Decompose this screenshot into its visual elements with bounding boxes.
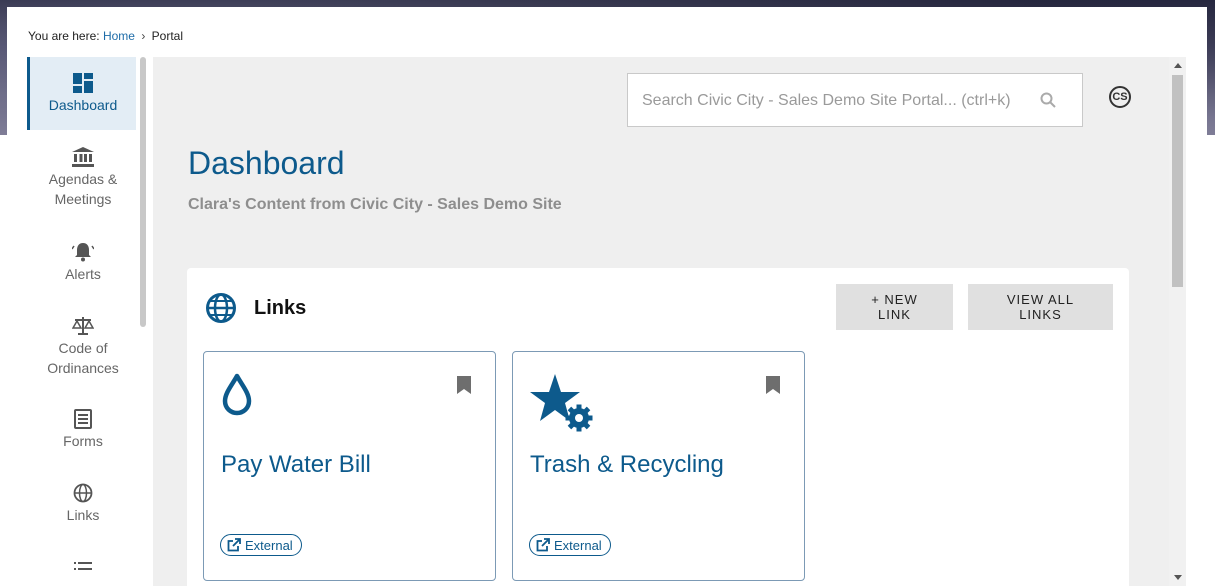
globe-icon: [206, 293, 236, 323]
dashboard-icon: [73, 73, 93, 93]
sidebar-item-agendas-meetings[interactable]: Agendas & Meetings: [27, 147, 139, 209]
sidebar-item-label: Alerts: [65, 266, 101, 282]
bookmark-icon[interactable]: [766, 376, 780, 394]
bookmark-icon[interactable]: [457, 376, 471, 394]
links-card-title: Links: [254, 297, 307, 319]
search-input[interactable]: [640, 74, 1034, 128]
sidebar-item-code-of-ordinances[interactable]: Code of Ordinances: [27, 316, 139, 378]
globe-icon: [73, 483, 93, 503]
sidebar-item-links[interactable]: Links: [27, 483, 139, 525]
sidebar-item-label: Code of Ordinances: [47, 340, 119, 376]
external-link-icon: [536, 538, 550, 552]
external-link-icon: [227, 538, 241, 552]
view-all-links-button[interactable]: VIEW ALL LINKS: [968, 284, 1113, 330]
search-icon[interactable]: [1040, 92, 1056, 108]
main-content: CS Dashboard Clara's Content from Civic …: [153, 57, 1169, 586]
link-tile-pay-water-bill[interactable]: Pay Water Bill External: [203, 351, 496, 581]
sidebar-item-label: Links: [66, 507, 100, 523]
sidebar-item-alerts[interactable]: Alerts: [27, 242, 139, 284]
external-badge-label: External: [245, 537, 293, 553]
water-drop-icon: [222, 373, 252, 416]
link-tile-title: Pay Water Bill: [221, 451, 371, 478]
external-badge: External: [529, 534, 611, 556]
search-box: [627, 73, 1083, 128]
scroll-down-arrow-icon[interactable]: [1174, 575, 1182, 580]
breadcrumb-home-link[interactable]: Home: [103, 29, 135, 43]
breadcrumb-current: Portal: [151, 29, 184, 43]
scroll-up-arrow-icon[interactable]: [1174, 63, 1182, 68]
sidebar-item-forms[interactable]: Forms: [27, 409, 139, 451]
breadcrumb: You are here: Home › Portal: [28, 29, 183, 43]
list-icon: [74, 562, 92, 570]
sidebar-item-label: Dashboard: [48, 97, 118, 113]
breadcrumb-separator: ›: [141, 29, 146, 43]
sidebar-item-label: Agendas & Meetings: [48, 171, 118, 207]
link-tile-title: Trash & Recycling: [530, 451, 724, 478]
bell-icon: [72, 243, 94, 262]
link-tile-trash-recycling[interactable]: Trash & Recycling External: [512, 351, 805, 581]
scrollbar-thumb[interactable]: [1172, 75, 1183, 287]
portal-window: You are here: Home › Portal Dashboard Ag…: [7, 7, 1207, 586]
sidebar-item-label: Forms: [63, 433, 103, 449]
main-scrollbar[interactable]: [1169, 57, 1186, 586]
form-icon: [74, 409, 92, 429]
page-subtitle: Clara's Content from Civic City - Sales …: [188, 196, 562, 213]
external-badge: External: [220, 534, 302, 556]
sidebar: Dashboard Agendas & Meetings Alerts Code…: [27, 57, 147, 586]
page-title: Dashboard: [188, 145, 345, 181]
sidebar-item-more[interactable]: [27, 559, 139, 581]
star-gear-icon: [530, 374, 593, 432]
bank-icon: [72, 147, 94, 167]
scale-icon: [72, 317, 94, 335]
sidebar-scrollbar[interactable]: [140, 57, 146, 327]
breadcrumb-prefix: You are here:: [28, 29, 100, 43]
links-card: Links + NEW LINK VIEW ALL LINKS Pay Wate…: [187, 268, 1129, 586]
sidebar-item-dashboard[interactable]: Dashboard: [27, 57, 136, 130]
user-avatar[interactable]: CS: [1109, 86, 1131, 108]
external-badge-label: External: [554, 537, 602, 553]
new-link-button[interactable]: + NEW LINK: [836, 284, 953, 330]
